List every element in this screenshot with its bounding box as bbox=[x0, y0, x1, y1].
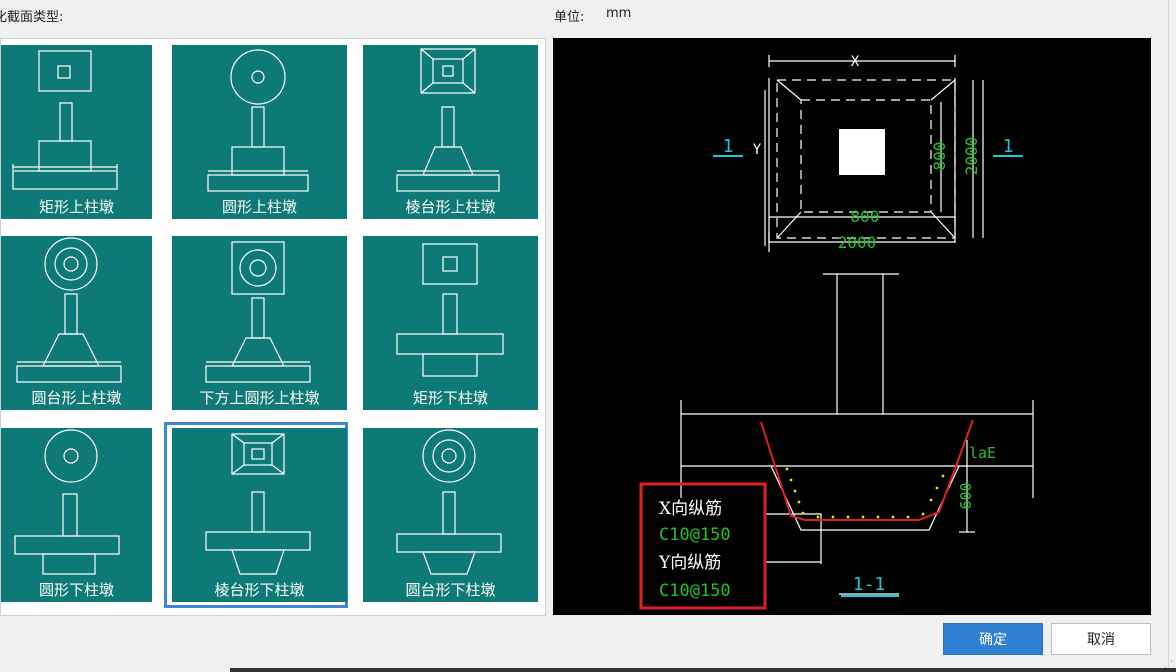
y-rebar-value: C10@150 bbox=[659, 581, 731, 601]
dim-inner-width: 800 bbox=[851, 207, 880, 226]
rect-upper-pier-icon bbox=[12, 50, 118, 190]
rect-lower-pier-icon bbox=[396, 243, 504, 377]
x-rebar-value: C10@150 bbox=[659, 525, 731, 545]
tile-rect-lower-pier[interactable]: 矩形下柱墩 bbox=[358, 230, 542, 416]
square-bottom-round-top-upper-pier-icon bbox=[205, 241, 311, 383]
frustum-upper-pier-icon bbox=[396, 48, 500, 192]
tile-square-bottom-round-top-upper-pier[interactable]: 下方上圆形上柱墩 bbox=[167, 230, 351, 416]
tile-label: 圆台形下柱墩 bbox=[405, 581, 496, 599]
cancel-button[interactable]: 取消 bbox=[1051, 623, 1151, 655]
taskbar-strip bbox=[230, 668, 1176, 672]
cone-frustum-lower-pier-icon bbox=[396, 429, 502, 575]
tile-label: 矩形上柱墩 bbox=[38, 198, 114, 216]
tile-frustum-lower-pier[interactable]: 棱台形下柱墩 bbox=[164, 422, 348, 608]
section-type-title: 化截面类型: bbox=[0, 10, 64, 25]
circle-lower-pier-icon bbox=[14, 429, 120, 575]
section-type-grid: 矩形上柱墩 圆形上柱墩 棱台形上柱墩 圆台形上柱墩 下方上圆形上柱墩 矩形下柱墩… bbox=[0, 38, 546, 616]
tile-label: 棱台形下柱墩 bbox=[214, 581, 305, 599]
ok-button[interactable]: 确定 bbox=[943, 623, 1043, 655]
section-name: 1-1 bbox=[853, 574, 886, 595]
tile-circle-lower-pier[interactable]: 圆形下柱墩 bbox=[0, 422, 180, 608]
tile-label: 下方上圆形上柱墩 bbox=[199, 389, 320, 407]
dim-x-label: X bbox=[851, 54, 860, 70]
dim-y-label: Y bbox=[753, 142, 762, 158]
tile-rect-upper-pier[interactable]: 矩形上柱墩 bbox=[0, 39, 180, 225]
x-rebar-label: X向纵筋 bbox=[659, 499, 722, 519]
section-mark-right: 1 bbox=[1003, 136, 1014, 157]
tile-circle-upper-pier[interactable]: 圆形上柱墩 bbox=[167, 39, 351, 225]
cone-frustum-upper-pier-icon bbox=[16, 237, 122, 383]
column-section-block bbox=[839, 129, 885, 175]
preview-drawing: X Y 800 2000 800 2000 1 1 laE 600 X向纵筋 C… bbox=[639, 54, 1034, 610]
unit-value: mm bbox=[606, 6, 632, 21]
tile-cone-frustum-upper-pier[interactable]: 圆台形上柱墩 bbox=[0, 230, 180, 416]
frustum-lower-pier-icon bbox=[205, 433, 311, 575]
circle-upper-pier-icon bbox=[207, 49, 309, 192]
tile-label: 矩形下柱墩 bbox=[412, 389, 488, 407]
dim-outer-width: 2000 bbox=[838, 233, 877, 252]
depth-label: 600 bbox=[957, 482, 975, 509]
tile-label: 棱台形上柱墩 bbox=[405, 198, 496, 216]
tile-label: 圆形上柱墩 bbox=[221, 198, 297, 216]
tile-cone-frustum-lower-pier[interactable]: 圆台形下柱墩 bbox=[358, 422, 542, 608]
dim-inner-height: 800 bbox=[930, 142, 949, 171]
y-rebar-label: Y向纵筋 bbox=[658, 553, 721, 573]
anchorage-label: laE bbox=[969, 444, 996, 462]
dim-outer-height: 2000 bbox=[962, 137, 981, 176]
section-mark-left: 1 bbox=[723, 136, 734, 157]
tile-frustum-upper-pier[interactable]: 棱台形上柱墩 bbox=[358, 39, 542, 225]
section-preview: X Y 800 2000 800 2000 1 1 laE 600 X向纵筋 C… bbox=[553, 38, 1151, 615]
tile-label: 圆形下柱墩 bbox=[38, 581, 114, 599]
unit-label: 单位: bbox=[554, 10, 585, 25]
window-edge bbox=[1168, 0, 1169, 672]
tile-label: 圆台形上柱墩 bbox=[31, 389, 122, 407]
